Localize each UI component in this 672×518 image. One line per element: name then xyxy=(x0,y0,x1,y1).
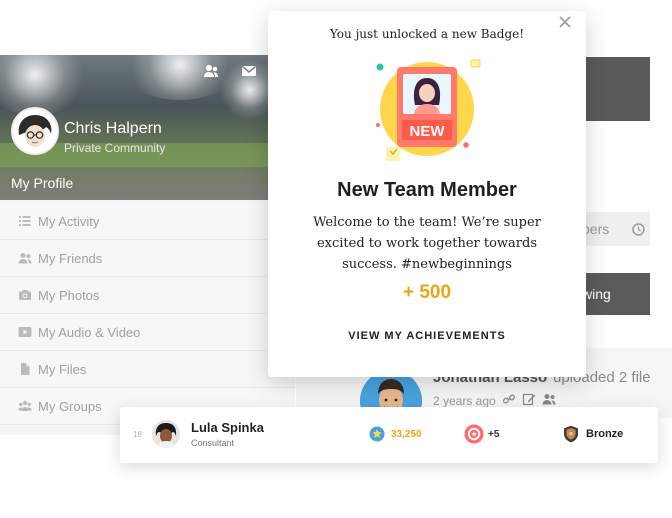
points-earned: + 500 xyxy=(402,282,452,303)
menu-label: My Friends xyxy=(38,250,103,266)
new-badge-icon: NEW xyxy=(376,59,481,161)
envelope-icon[interactable] xyxy=(241,63,257,79)
menu-item-friends[interactable]: My Friends xyxy=(0,240,295,277)
camera-icon xyxy=(19,290,31,300)
list-icon xyxy=(19,216,31,226)
my-profile-heading[interactable]: My Profile xyxy=(11,175,73,191)
menu-item-files[interactable]: My Files xyxy=(0,351,295,388)
badge-description: Welcome to the team! We’re super excited… xyxy=(313,215,541,272)
link-icon[interactable] xyxy=(502,392,516,406)
member-role: Consultant xyxy=(191,438,235,448)
member-name[interactable]: Lula Spinka xyxy=(191,420,264,435)
rank-value: Bronze xyxy=(586,428,624,440)
feed-card xyxy=(586,145,650,195)
menu-label: My Groups xyxy=(38,398,102,414)
play-icon xyxy=(18,327,32,337)
shield-icon xyxy=(564,425,578,443)
clock-icon xyxy=(632,223,645,236)
profile-panel: Chris Halpern Private Community My Profi… xyxy=(0,55,295,435)
menu-label: My Audio & Video xyxy=(38,324,141,340)
edit-icon[interactable] xyxy=(522,392,536,406)
menu-label: My Activity xyxy=(38,213,100,229)
badge-art-text: NEW xyxy=(410,123,446,140)
menu-item-audio-video[interactable]: My Audio & Video xyxy=(0,314,295,351)
badges-count: +5 xyxy=(488,429,500,440)
file-icon xyxy=(21,363,30,375)
badge-icon xyxy=(464,424,484,444)
badge-title: New Team Member xyxy=(337,179,517,201)
profile-menu: My Activity My Friends My Photos My Audi… xyxy=(0,203,295,425)
rank-number: 18 xyxy=(133,430,142,439)
menu-label: My Photos xyxy=(38,287,100,303)
profile-name[interactable]: Chris Halpern xyxy=(64,120,162,138)
post-action-icons xyxy=(502,392,556,406)
menu-label: My Files xyxy=(38,361,87,377)
points-value: 33,250 xyxy=(391,429,422,440)
menu-item-photos[interactable]: My Photos xyxy=(0,277,295,314)
popup-subtitle: You just unlocked a new Badge! xyxy=(329,27,525,41)
users-icon[interactable] xyxy=(542,392,556,406)
menu-item-activity[interactable]: My Activity xyxy=(0,203,295,240)
tab-members-label: bers xyxy=(582,221,610,237)
groups-icon xyxy=(18,400,32,411)
following-button-label: wing xyxy=(582,286,611,302)
profile-avatar[interactable] xyxy=(11,107,59,155)
post-timestamp: 2 years ago xyxy=(433,394,496,408)
following-button[interactable]: wing xyxy=(582,273,650,315)
cover-banner xyxy=(586,57,650,121)
profile-subtitle: Private Community xyxy=(64,141,166,155)
friends-icon[interactable] xyxy=(203,63,219,79)
users-icon xyxy=(18,253,32,264)
points-star-icon xyxy=(369,426,385,442)
member-avatar[interactable] xyxy=(152,420,180,448)
view-achievements-link[interactable]: VIEW MY ACHIEVEMENTS xyxy=(268,330,586,342)
